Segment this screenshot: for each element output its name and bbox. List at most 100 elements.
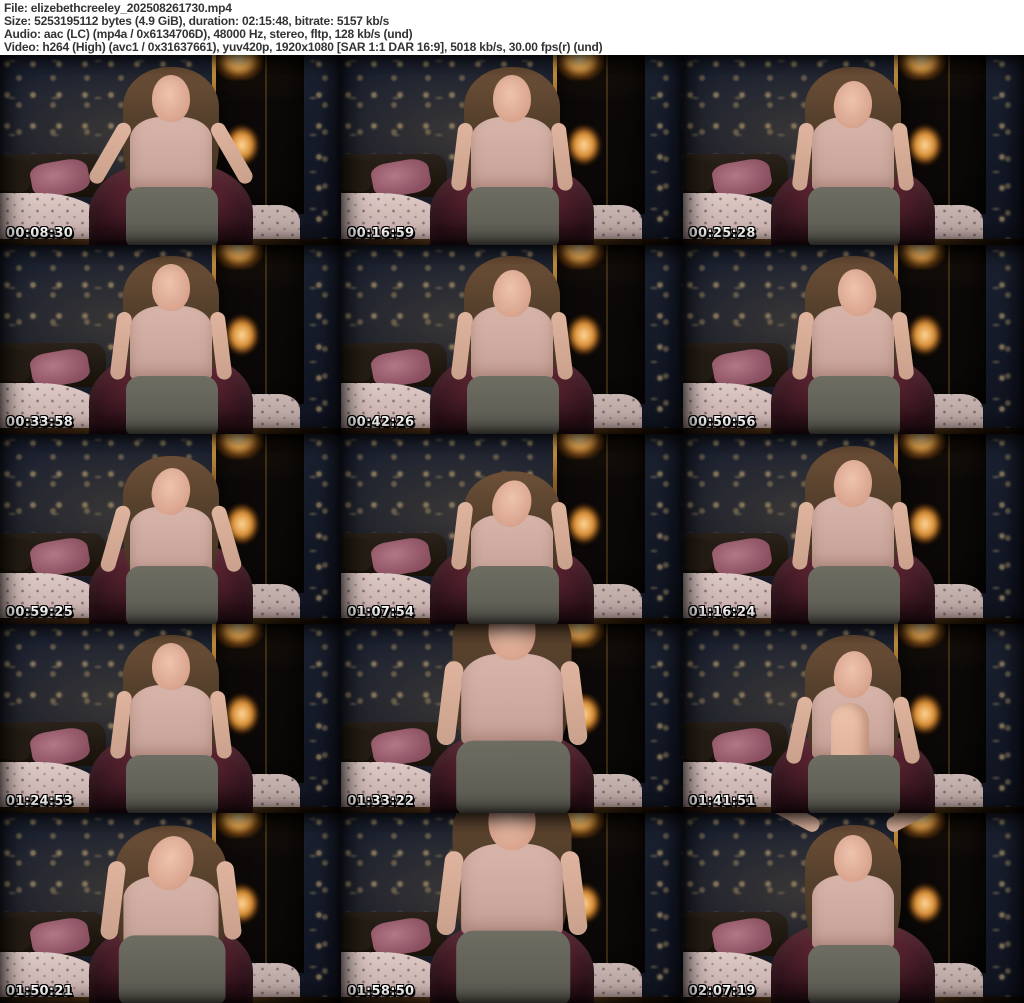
person-figure bbox=[765, 442, 941, 624]
person-figure bbox=[424, 252, 600, 435]
timestamp-label: 00:08:30 bbox=[6, 225, 74, 241]
torso-top bbox=[129, 306, 212, 381]
dark-pillow bbox=[341, 725, 375, 763]
dark-pillow bbox=[0, 156, 33, 194]
right-arm bbox=[559, 660, 589, 747]
person-figure bbox=[83, 252, 259, 435]
timestamp-label: 00:59:25 bbox=[6, 604, 74, 620]
dark-pillow bbox=[682, 915, 716, 953]
right-arm bbox=[891, 121, 915, 192]
dark-pillow bbox=[341, 915, 375, 953]
dark-pillow bbox=[341, 346, 375, 384]
video-thumbnail: 00:16:59 bbox=[341, 55, 683, 245]
video-thumbnail: 02:07:19 bbox=[682, 813, 1024, 1003]
right-arm bbox=[559, 850, 589, 937]
right-arm bbox=[891, 500, 915, 571]
timestamp-label: 01:16:24 bbox=[688, 604, 756, 620]
skirt bbox=[466, 376, 559, 435]
video-thumbnail: 01:24:53 bbox=[0, 623, 342, 814]
head bbox=[492, 74, 531, 122]
video-thumbnail: 01:58:50 bbox=[341, 813, 683, 1003]
timestamp-label: 01:33:22 bbox=[347, 794, 415, 810]
timestamp-label: 02:07:19 bbox=[688, 984, 756, 999]
person-figure bbox=[83, 631, 259, 814]
person-figure bbox=[765, 252, 941, 435]
timestamp-label: 00:42:26 bbox=[347, 415, 415, 431]
skirt bbox=[808, 565, 901, 624]
person-figure bbox=[424, 442, 600, 624]
media-info-header: File: elizebethcreeley_202508261730.mp4 … bbox=[0, 0, 1024, 55]
dark-pillow bbox=[682, 536, 716, 574]
skirt bbox=[808, 755, 901, 814]
skirt bbox=[466, 565, 559, 624]
head bbox=[151, 74, 190, 122]
timestamp-label: 00:16:59 bbox=[347, 225, 415, 241]
skirt bbox=[125, 376, 218, 435]
person-figure bbox=[403, 813, 621, 1003]
skirt bbox=[808, 376, 901, 435]
dark-pillow bbox=[682, 346, 716, 384]
skirt bbox=[125, 565, 218, 624]
right-arm bbox=[550, 311, 574, 381]
person-figure bbox=[765, 63, 941, 245]
skirt bbox=[125, 755, 218, 814]
video-thumbnail: 01:50:21 bbox=[0, 813, 342, 1003]
timestamp-label: 01:07:54 bbox=[347, 604, 415, 620]
video-thumbnail: 00:25:28 bbox=[682, 55, 1024, 245]
torso-top bbox=[470, 306, 553, 381]
timestamp-label: 01:58:50 bbox=[347, 984, 415, 999]
video-thumbnail: 00:33:58 bbox=[0, 244, 342, 435]
timestamp-label: 00:50:56 bbox=[688, 415, 756, 431]
video-thumbnail: 01:16:24 bbox=[682, 434, 1024, 624]
dark-pillow bbox=[341, 156, 375, 194]
skirt bbox=[808, 186, 901, 245]
person-figure bbox=[765, 631, 941, 814]
torso-top bbox=[129, 685, 212, 760]
person-figure bbox=[403, 623, 621, 814]
timestamp-label: 00:25:28 bbox=[688, 225, 756, 241]
dark-pillow bbox=[341, 536, 375, 574]
dark-pillow bbox=[682, 156, 716, 194]
dark-pillow bbox=[0, 536, 33, 574]
video-thumbnail: 00:08:30 bbox=[0, 55, 342, 245]
torso-top bbox=[812, 875, 895, 949]
skirt bbox=[808, 945, 901, 1003]
timestamp-label: 01:24:53 bbox=[6, 794, 74, 810]
dark-pillow bbox=[0, 346, 33, 384]
timestamp-label: 01:41:51 bbox=[688, 794, 756, 810]
video-thumbnail: 01:33:22 bbox=[341, 623, 683, 814]
timestamp-label: 01:50:21 bbox=[6, 984, 74, 999]
dark-pillow bbox=[0, 915, 33, 953]
thumbnail-grid: 00:08:30 00:16:59 00:25:28 00:33:58 00:4… bbox=[0, 55, 1024, 1003]
torso-top bbox=[461, 654, 563, 746]
skirt bbox=[456, 740, 571, 814]
torso-top bbox=[461, 843, 563, 936]
timestamp-label: 00:33:58 bbox=[6, 415, 74, 431]
skirt bbox=[456, 930, 571, 1003]
torso-top bbox=[129, 116, 212, 191]
torso-top bbox=[812, 306, 895, 381]
person-figure bbox=[83, 442, 259, 624]
dark-pillow bbox=[0, 725, 33, 763]
video-thumbnail: 00:59:25 bbox=[0, 434, 342, 624]
person-figure bbox=[764, 813, 943, 1003]
video-thumbnail: 01:07:54 bbox=[341, 434, 683, 624]
torso-top bbox=[129, 506, 212, 576]
torso-top bbox=[470, 116, 553, 191]
head bbox=[834, 835, 873, 882]
contact-sheet: File: elizebethcreeley_202508261730.mp4 … bbox=[0, 0, 1024, 1003]
skirt bbox=[125, 186, 218, 245]
dark-pillow bbox=[682, 725, 716, 763]
head bbox=[151, 643, 190, 691]
video-thumbnail: 00:50:56 bbox=[682, 244, 1024, 435]
skirt bbox=[118, 935, 226, 1003]
person-figure bbox=[69, 813, 273, 1003]
right-arm bbox=[891, 311, 915, 381]
person-figure bbox=[83, 63, 259, 245]
head bbox=[151, 264, 190, 312]
video-info-line: Video: h264 (High) (avc1 / 0x31637661), … bbox=[4, 40, 603, 54]
person-figure bbox=[424, 63, 600, 245]
skirt bbox=[466, 186, 559, 245]
video-thumbnail: 00:42:26 bbox=[341, 244, 683, 435]
video-thumbnail: 01:41:51 bbox=[682, 623, 1024, 814]
